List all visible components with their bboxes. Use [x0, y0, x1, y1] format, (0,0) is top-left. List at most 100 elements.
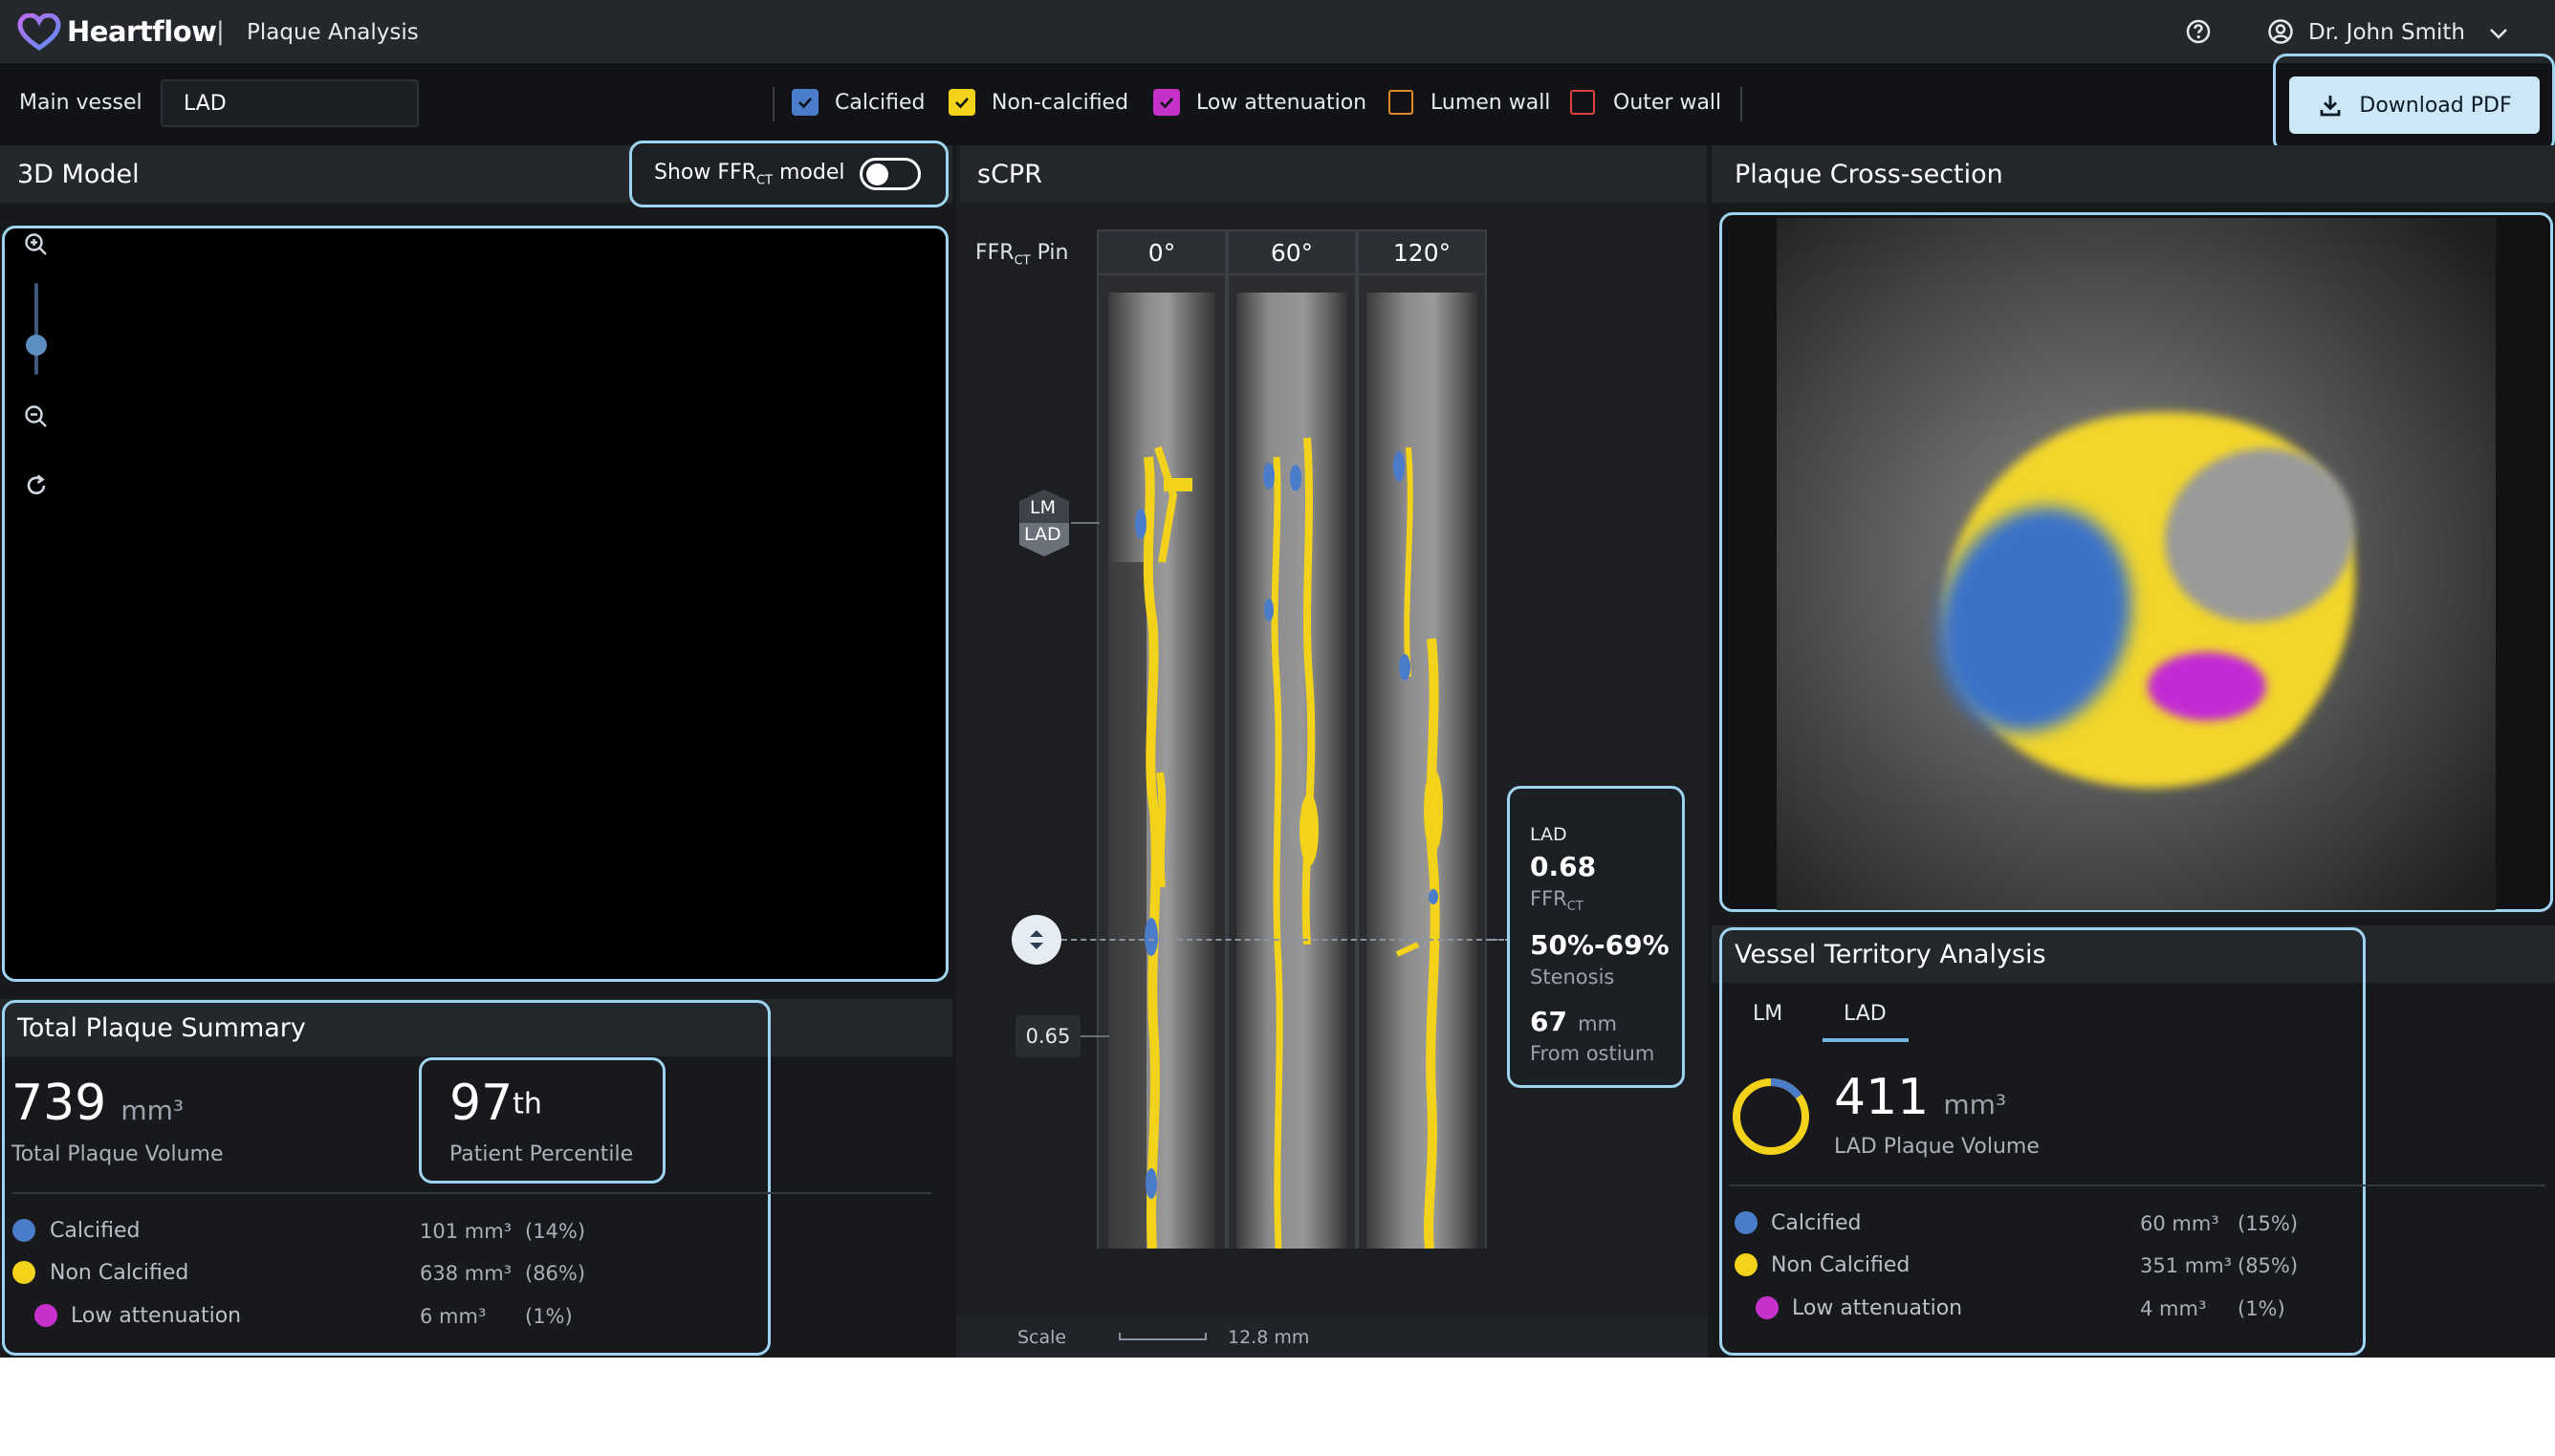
percentile-block: 97th: [449, 1075, 542, 1132]
non-calcified-label[interactable]: Non-calcified: [992, 91, 1128, 115]
calcified-checkbox[interactable]: [792, 89, 819, 116]
reset-view-icon[interactable]: [19, 468, 54, 503]
lad-volume-label: LAD Plaque Volume: [1834, 1135, 2040, 1159]
ffr-label-text: FFR: [1530, 887, 1567, 910]
lumen-wall-checkbox[interactable]: [1388, 90, 1413, 115]
non-calcified-dot: [1735, 1253, 1758, 1276]
model3d-viewport[interactable]: [2, 226, 949, 982]
check-icon: [955, 98, 969, 109]
summary-row-pct: (86%): [525, 1262, 586, 1285]
download-pdf-button[interactable]: Download PDF: [2289, 76, 2540, 134]
user-avatar-icon[interactable]: [2266, 17, 2295, 46]
territory-row-label: Calcified: [1771, 1211, 1862, 1235]
drag-updown-icon: [1030, 930, 1043, 949]
low-attenuation-dot: [1756, 1296, 1779, 1319]
total-volume-block: 739 mm³: [11, 1075, 184, 1132]
top-bar: Heartflow | Plaque Analysis Dr. John Smi…: [0, 0, 2555, 63]
ffr-value-chip-text: 0.65: [1025, 1025, 1071, 1048]
territory-row-value: 60 mm³: [2140, 1212, 2219, 1235]
scale-value: 12.8 mm: [1228, 1327, 1310, 1348]
pin-label-post: Pin: [1030, 241, 1069, 265]
total-volume-value: 739: [11, 1075, 107, 1132]
brand-name: Heartflow: [67, 15, 217, 48]
calcified-label[interactable]: Calcified: [835, 91, 926, 115]
zoom-in-icon[interactable]: [19, 228, 54, 262]
model3d-title: 3D Model: [17, 159, 140, 189]
territory-row-pct: (15%): [2238, 1212, 2299, 1235]
scpr-strip-0: [1097, 275, 1227, 1249]
check-icon: [798, 98, 812, 109]
main-vessel-value: LAD: [184, 91, 227, 116]
pin-info-stenosis-label: Stenosis: [1530, 966, 1615, 989]
cross-section-image: [1777, 218, 2496, 910]
non-calcified-checkbox[interactable]: [949, 89, 975, 116]
distance-value: 67: [1530, 1006, 1567, 1037]
summary-row-value: 101 mm³: [420, 1220, 513, 1243]
toggle-knob: [866, 163, 888, 185]
help-icon[interactable]: [2184, 17, 2213, 46]
ffr-label-sub: CT: [1566, 900, 1583, 915]
percentile-label: Patient Percentile: [449, 1142, 634, 1166]
pin-info-vessel: LAD: [1530, 824, 1567, 845]
territory-highlight: [1719, 927, 2366, 1356]
filter-divider: [1740, 87, 1742, 121]
scale-ruler: [1119, 1333, 1207, 1340]
chevron-down-icon[interactable]: [2486, 21, 2511, 46]
marker-tick: [1071, 522, 1100, 524]
filter-bar: Main vessel LAD Calcified Non-calcified …: [0, 63, 2555, 145]
check-icon: [1160, 98, 1173, 109]
ffr-model-toggle[interactable]: [860, 158, 921, 190]
scpr-title: sCPR: [977, 159, 1042, 189]
territory-row-pct: (85%): [2238, 1254, 2299, 1277]
lumen-wall-label[interactable]: Lumen wall: [1430, 91, 1550, 115]
low-attenuation-label[interactable]: Low attenuation: [1196, 91, 1366, 115]
pin-info-ffr-label: FFRCT: [1530, 887, 1583, 914]
summary-row-label: Non Calcified: [50, 1261, 189, 1285]
non-calcified-dot: [12, 1261, 35, 1284]
low-attenuation-dot: [34, 1304, 57, 1327]
zoom-slider-track[interactable]: [34, 283, 38, 375]
scale-bar: [956, 1315, 1708, 1358]
territory-row-value: 4 mm³: [2140, 1297, 2207, 1320]
lad-volume-value: 411: [1834, 1069, 1930, 1126]
angle-label: 120°: [1392, 238, 1452, 267]
angle-label: 0°: [1147, 238, 1176, 267]
tab-lad-active-indicator: [1823, 1038, 1909, 1042]
chip-tick: [1081, 1035, 1109, 1037]
low-attenuation-checkbox[interactable]: [1153, 89, 1180, 116]
summary-row-pct: (1%): [525, 1305, 573, 1328]
ffr-pin-handle[interactable]: [1012, 915, 1061, 965]
filter-divider: [773, 87, 775, 121]
territory-row-label: Low attenuation: [1792, 1296, 1963, 1320]
zoom-out-icon[interactable]: [19, 400, 54, 434]
pin-label-pre: FFR: [975, 241, 1015, 265]
pin-info-distance: 67 mm: [1530, 1006, 1617, 1037]
outer-wall-checkbox[interactable]: [1570, 90, 1595, 115]
download-icon: [2320, 96, 2341, 117]
tab-lm[interactable]: LM: [1753, 1002, 1782, 1026]
user-name[interactable]: Dr. John Smith: [2308, 20, 2465, 45]
angle-tab-120[interactable]: 120°: [1357, 229, 1487, 275]
lad-volume-donut: [1729, 1075, 1813, 1159]
main-vessel-select[interactable]: LAD: [161, 79, 419, 127]
percentile-suffix: th: [513, 1087, 542, 1121]
tab-lad[interactable]: LAD: [1844, 1002, 1887, 1026]
ffr-pin-label: FFRCT Pin: [975, 241, 1068, 268]
scpr-strip-120: [1357, 275, 1487, 1249]
angle-tab-60[interactable]: 60°: [1227, 229, 1357, 275]
calcified-dot: [1735, 1211, 1758, 1234]
heartflow-logo-icon: [17, 12, 61, 52]
ffr-label-post: model: [772, 161, 845, 185]
summary-row-label: Low attenuation: [71, 1304, 242, 1328]
angle-tab-0[interactable]: 0°: [1097, 229, 1227, 275]
ffr-label-pre: Show FFR: [654, 161, 756, 185]
cross-section-header: Plaque Cross-section: [1712, 145, 2555, 203]
zoom-slider-handle[interactable]: [26, 335, 47, 356]
pin-info-ffr-value: 0.68: [1530, 851, 1597, 882]
summary-row-pct: (14%): [525, 1220, 586, 1243]
outer-wall-label[interactable]: Outer wall: [1613, 91, 1721, 115]
main-vessel-label: Main vessel: [19, 91, 142, 115]
app-window: Heartflow | Plaque Analysis Dr. John Smi…: [0, 0, 2555, 1358]
title-separator: |: [216, 17, 225, 46]
summary-divider: [11, 1192, 931, 1194]
